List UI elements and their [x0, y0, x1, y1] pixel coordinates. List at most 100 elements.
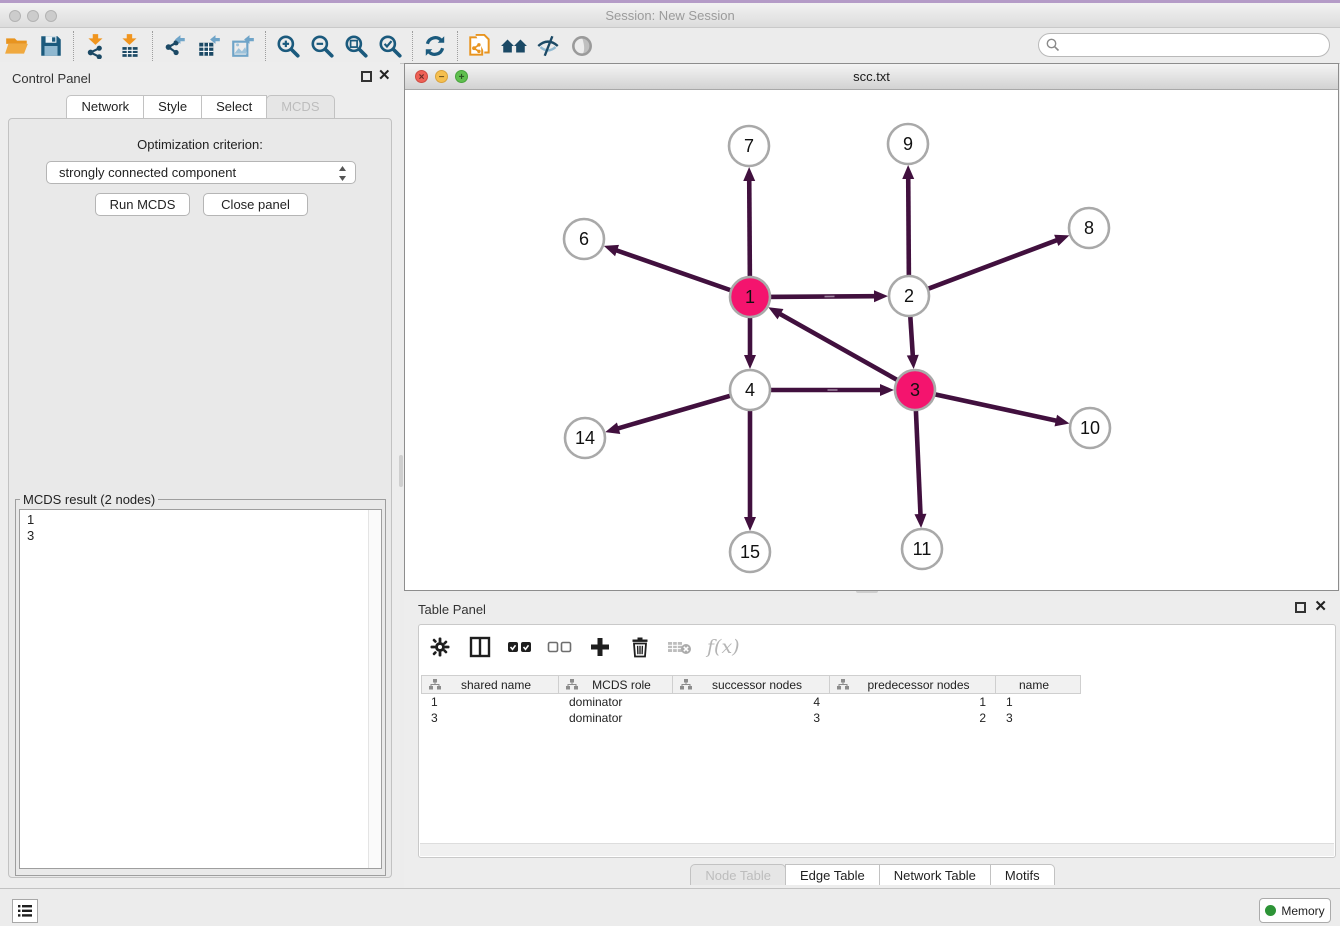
- graph-node-label: 7: [744, 136, 754, 156]
- table-horizontal-scrollbar[interactable]: [420, 843, 1334, 856]
- cell-mcds-role[interactable]: dominator: [559, 694, 673, 710]
- graph-edge-1-7[interactable]: [749, 179, 750, 283]
- tab-node-table[interactable]: Node Table: [690, 864, 786, 885]
- graph-edge-arrowhead: [744, 355, 756, 369]
- cell-name[interactable]: 1: [996, 694, 1081, 710]
- hide-eye-icon[interactable]: [531, 31, 565, 61]
- network-canvas[interactable]: 7968124314101511: [405, 90, 1338, 590]
- graph-node-label: 3: [910, 380, 920, 400]
- toolbar-separator: [457, 31, 458, 61]
- toolbar-separator: [265, 31, 266, 61]
- task-history-button[interactable]: [12, 899, 38, 923]
- cell-predecessor-nodes[interactable]: 2: [830, 710, 996, 726]
- zoom-in-icon[interactable]: [271, 31, 305, 61]
- main-titlebar: Session: New Session: [0, 3, 1340, 28]
- search-field: [1038, 33, 1330, 57]
- toolbar-separator: [412, 31, 413, 61]
- zoom-out-icon[interactable]: [305, 31, 339, 61]
- control-panel-header: Control Panel ✕: [0, 62, 400, 92]
- save-icon[interactable]: [34, 31, 68, 61]
- graph-edge-4-14[interactable]: [617, 394, 737, 429]
- home-icon[interactable]: [497, 31, 531, 61]
- column-header-predecessor-nodes[interactable]: predecessor nodes: [830, 675, 996, 694]
- cell-shared-name[interactable]: 1: [421, 694, 559, 710]
- hierarchy-icon: [679, 678, 693, 691]
- zoom-selected-icon[interactable]: [373, 31, 407, 61]
- add-column-icon[interactable]: [587, 634, 613, 660]
- table-settings-gear-icon[interactable]: [427, 634, 453, 660]
- graph-edge-2-9[interactable]: [908, 177, 909, 282]
- tab-mcds[interactable]: MCDS: [266, 95, 334, 118]
- table-panel-title: Table Panel: [418, 602, 486, 617]
- table-row[interactable]: 1 dominator 4 1 1: [421, 694, 1081, 710]
- graph-edge-arrowhead: [902, 165, 914, 179]
- import-table-icon[interactable]: [113, 31, 147, 61]
- graph-edge-3-10[interactable]: [929, 393, 1058, 421]
- export-network-icon[interactable]: [158, 31, 192, 61]
- graph-edge-3-11[interactable]: [916, 404, 921, 516]
- column-header-successor-nodes[interactable]: successor nodes: [673, 675, 830, 694]
- refresh-icon[interactable]: [418, 31, 452, 61]
- cell-predecessor-nodes[interactable]: 1: [830, 694, 996, 710]
- column-header-shared-name[interactable]: shared name: [421, 675, 559, 694]
- zoom-fit-icon[interactable]: [339, 31, 373, 61]
- graph-edge-arrowhead: [914, 514, 926, 528]
- column-header-mcds-role[interactable]: MCDS role: [559, 675, 673, 694]
- export-image-icon[interactable]: [226, 31, 260, 61]
- mcds-result-title: MCDS result (2 nodes): [20, 492, 158, 507]
- cell-shared-name[interactable]: 3: [421, 710, 559, 726]
- mcds-result-textarea[interactable]: 1 3: [19, 509, 382, 869]
- graph-edge-arrowhead: [743, 167, 755, 181]
- table-toolbar: f(x): [427, 631, 740, 663]
- graph-edge-3-1[interactable]: [779, 313, 903, 383]
- select-all-icon[interactable]: [507, 634, 533, 660]
- open-folder-icon[interactable]: [0, 31, 34, 61]
- graph-node-label: 6: [579, 229, 589, 249]
- cell-successor-nodes[interactable]: 4: [673, 694, 830, 710]
- tab-style[interactable]: Style: [143, 95, 202, 118]
- mcds-result-fieldset: MCDS result (2 nodes) 1 3: [15, 492, 386, 876]
- float-table-panel-icon[interactable]: [1295, 602, 1306, 613]
- delete-column-trash-icon[interactable]: [627, 634, 653, 660]
- clone-network-icon[interactable]: [463, 31, 497, 61]
- tab-edge-table[interactable]: Edge Table: [785, 864, 880, 885]
- delete-table-icon: [667, 634, 693, 660]
- tab-motifs[interactable]: Motifs: [990, 864, 1055, 885]
- optimization-criterion-select[interactable]: strongly connected component: [46, 161, 356, 184]
- tab-network-table[interactable]: Network Table: [879, 864, 991, 885]
- table-row[interactable]: 3 dominator 3 2 3: [421, 710, 1081, 726]
- graph-edge-1-2[interactable]: [764, 296, 876, 297]
- search-icon: [1045, 37, 1061, 53]
- result-scrollbar[interactable]: [368, 510, 381, 868]
- table-panel: Table Panel ✕: [404, 596, 1340, 888]
- column-header-name[interactable]: name: [996, 675, 1081, 694]
- cell-name[interactable]: 3: [996, 710, 1081, 726]
- memory-button[interactable]: Memory: [1259, 898, 1331, 923]
- network-canvas-svg: 7968124314101511: [405, 90, 1338, 590]
- tab-select[interactable]: Select: [201, 95, 267, 118]
- graph-node-label: 9: [903, 134, 913, 154]
- list-icon: [17, 904, 33, 918]
- tab-network[interactable]: Network: [66, 95, 144, 118]
- export-table-icon[interactable]: [192, 31, 226, 61]
- graph-edge-arrowhead: [744, 517, 756, 531]
- float-panel-icon[interactable]: [361, 71, 372, 82]
- close-table-panel-icon[interactable]: ✕: [1314, 599, 1327, 615]
- select-chevrons-icon: [338, 165, 347, 182]
- close-panel-icon[interactable]: ✕: [378, 68, 391, 84]
- show-eye-icon[interactable]: [565, 31, 599, 61]
- deselect-all-icon[interactable]: [547, 634, 573, 660]
- cell-successor-nodes[interactable]: 3: [673, 710, 830, 726]
- toggle-column-icon[interactable]: [467, 634, 493, 660]
- import-network-icon[interactable]: [79, 31, 113, 61]
- graph-edge-1-6[interactable]: [615, 250, 737, 292]
- network-view-window: × − + scc.txt 7968124314101511: [404, 63, 1339, 591]
- graph-node-label: 1: [745, 287, 755, 307]
- graph-edge-arrowhead: [874, 290, 888, 302]
- run-mcds-button[interactable]: Run MCDS: [95, 193, 190, 216]
- close-panel-button[interactable]: Close panel: [203, 193, 308, 216]
- cell-mcds-role[interactable]: dominator: [559, 710, 673, 726]
- search-input[interactable]: [1061, 36, 1329, 54]
- vertical-splitter-handle[interactable]: [399, 455, 403, 487]
- graph-edge-2-8[interactable]: [922, 240, 1058, 291]
